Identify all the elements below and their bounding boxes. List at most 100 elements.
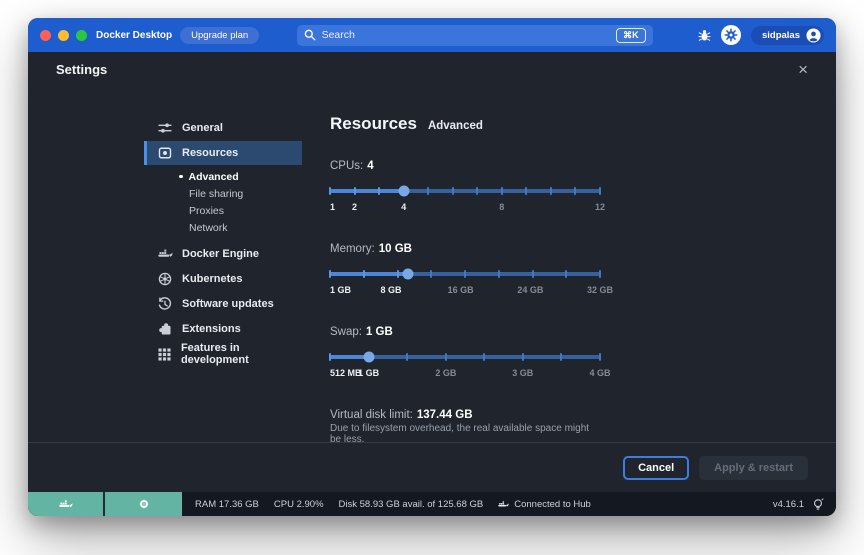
slider-tick-label: 12 <box>595 202 605 212</box>
close-window-button[interactable] <box>40 30 51 41</box>
swap-tick-labels: 512 MB1 GB2 GB3 GB4 GB <box>330 368 600 380</box>
slider-tick-label: 24 GB <box>517 285 543 295</box>
slider-tick-label: 3 GB <box>512 368 533 378</box>
sidebar-subitem-file-sharing[interactable]: File sharing <box>144 185 302 202</box>
slider-tick <box>476 187 478 195</box>
slider-tick <box>525 187 527 195</box>
slider-tick <box>397 270 399 278</box>
username: sidpalas <box>762 30 800 41</box>
cpus-label: CPUs: 4 <box>330 160 600 172</box>
slider-handle[interactable] <box>398 186 409 197</box>
slider-tick <box>550 187 552 195</box>
slider-tick-label: 4 <box>401 202 406 212</box>
sidebar-item-features-in-development[interactable]: Features in development <box>144 342 302 366</box>
swap-label: Swap: 1 GB <box>330 326 600 338</box>
lightbulb-icon[interactable] <box>812 498 824 511</box>
sidebar-item-label: Software updates <box>182 298 274 310</box>
swap-slider-section: Swap: 1 GB 512 MB1 GB2 GB3 GB4 GB <box>330 326 600 380</box>
sidebar-subitem-network[interactable]: Network <box>144 219 302 236</box>
status-right: v4.16.1 <box>773 498 836 511</box>
sidebar-subitem-label: Proxies <box>189 205 224 217</box>
search-input[interactable]: Search ⌘K <box>297 25 653 46</box>
sidebar-item-general[interactable]: General <box>144 116 302 140</box>
action-bar: Cancel Apply & restart <box>28 442 836 492</box>
close-settings-button[interactable]: × <box>798 61 808 78</box>
sidebar-item-docker-engine[interactable]: Docker Engine <box>144 242 302 266</box>
whale-icon <box>498 500 509 509</box>
memory-value: 10 GB <box>379 243 412 255</box>
sidebar-item-label: General <box>182 122 223 134</box>
gear-icon <box>724 28 738 42</box>
slider-tick-label: 2 GB <box>435 368 456 378</box>
sidebar-subitem-proxies[interactable]: Proxies <box>144 202 302 219</box>
disk-note: Due to filesystem overhead, the real ava… <box>330 423 600 442</box>
resource-stats: RAM 17.36 GB CPU 2.90% Disk 58.93 GB ava… <box>195 499 591 510</box>
cancel-button[interactable]: Cancel <box>623 456 689 480</box>
hub-status-text: Connected to Hub <box>514 499 591 510</box>
cpus-slider-section: CPUs: 4 124812 <box>330 160 600 214</box>
slider-tick <box>427 187 429 195</box>
titlebar: Docker Desktop Upgrade plan Search ⌘K <box>28 18 836 52</box>
slider-tick-label: 8 GB <box>381 285 402 295</box>
slider-handle[interactable] <box>363 352 374 363</box>
settings-header: Settings × <box>28 52 836 86</box>
slider-tick <box>501 187 503 195</box>
slider-tick <box>599 187 601 195</box>
slider-tick <box>406 353 408 361</box>
slider-tick <box>560 353 562 361</box>
panel-heading: Resources Advanced <box>330 114 616 134</box>
upgrade-plan-button[interactable]: Upgrade plan <box>180 27 259 44</box>
sidebar-item-resources[interactable]: Resources <box>144 141 302 165</box>
memory-slider-track[interactable] <box>330 272 600 276</box>
swap-slider-track[interactable] <box>330 355 600 359</box>
memory-slider-section: Memory: 10 GB 1 GB8 GB16 GB24 GB32 GB <box>330 243 600 297</box>
slider-tick-label: 2 <box>352 202 357 212</box>
sidebar-subitem-advanced[interactable]: Advanced <box>144 168 302 185</box>
sidebar-item-kubernetes[interactable]: Kubernetes <box>144 267 302 291</box>
slider-tick <box>430 270 432 278</box>
cpus-value: 4 <box>367 160 373 172</box>
sidebar-item-extensions[interactable]: Extensions <box>144 317 302 341</box>
sidebar-item-software-updates[interactable]: Software updates <box>144 292 302 316</box>
slider-label-text: CPUs: <box>330 160 363 172</box>
slider-handle[interactable] <box>403 269 414 280</box>
slider-tick <box>522 353 524 361</box>
panel-subtitle: Advanced <box>428 120 483 132</box>
slider-tick <box>464 270 466 278</box>
slider-tick <box>599 353 601 361</box>
slider-tick <box>354 187 356 195</box>
resources-icon <box>157 146 173 160</box>
sidebar-item-label: Docker Engine <box>182 248 259 260</box>
tune-icon <box>157 121 173 135</box>
account-menu-button[interactable]: sidpalas <box>751 26 824 45</box>
minimize-window-button[interactable] <box>58 30 69 41</box>
slider-tick <box>378 187 380 195</box>
kubernetes-icon <box>157 272 173 286</box>
search-icon <box>304 29 316 41</box>
slider-tick <box>452 187 454 195</box>
titlebar-actions: sidpalas <box>698 25 824 45</box>
zoom-window-button[interactable] <box>76 30 87 41</box>
cpus-slider-track[interactable] <box>330 189 600 193</box>
slider-tick-label: 1 GB <box>358 368 379 378</box>
slider-tick-label: 512 MB <box>330 368 362 378</box>
selected-bullet <box>179 175 183 179</box>
app-title: Docker Desktop <box>96 30 172 41</box>
disk-slider-section: Virtual disk limit: 137.44 GB Due to fil… <box>330 409 600 442</box>
resources-subitems: Advanced File sharing Proxies Network <box>144 168 302 236</box>
slider-tick <box>329 187 331 195</box>
hub-connection: Connected to Hub <box>498 499 591 510</box>
disk-value: 137.44 GB <box>417 409 473 421</box>
status-dot-segment[interactable] <box>105 492 182 516</box>
apply-restart-button[interactable]: Apply & restart <box>699 456 808 480</box>
memory-tick-labels: 1 GB8 GB16 GB24 GB32 GB <box>330 285 600 297</box>
settings-gear-button[interactable] <box>721 25 741 45</box>
sidebar-item-label: Features in development <box>181 342 302 366</box>
bug-icon[interactable] <box>698 28 711 42</box>
shortcut-badge: ⌘K <box>616 28 646 43</box>
slider-tick <box>532 270 534 278</box>
cpus-tick-labels: 124812 <box>330 202 600 214</box>
engine-running-segment[interactable] <box>28 492 105 516</box>
slider-tick-label: 32 GB <box>587 285 613 295</box>
sidebar-subitem-label: Network <box>189 222 228 234</box>
